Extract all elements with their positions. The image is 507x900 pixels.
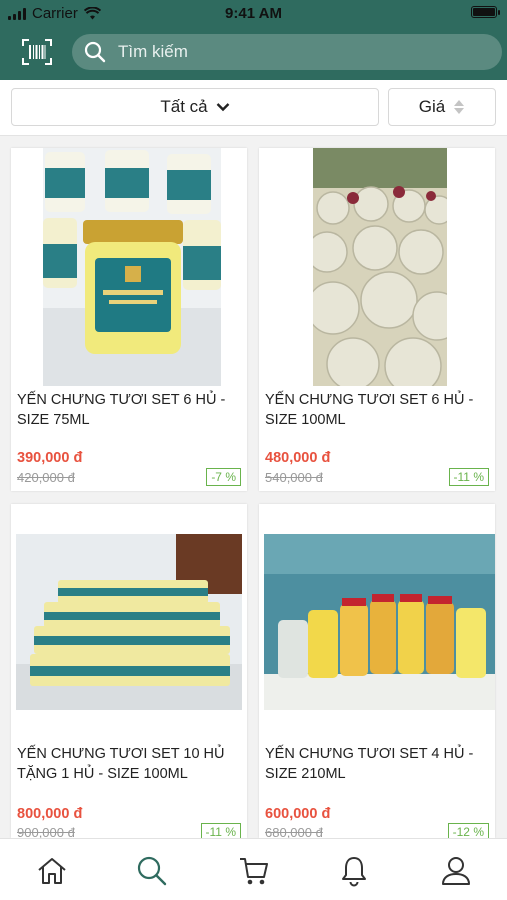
category-filter-label: Tất cả (160, 97, 208, 116)
product-image (313, 148, 447, 386)
discount-badge: -11 % (448, 468, 489, 486)
discount-badge: -7 % (206, 468, 241, 486)
product-name: YẾN CHƯNG TƯƠI SET 6 HỦ - SIZE 75ML (17, 392, 226, 428)
clock: 9:41 AM (225, 5, 282, 22)
nav-cart[interactable] (236, 853, 272, 889)
battery-icon (471, 6, 500, 18)
product-name: YẾN CHƯNG TƯƠI SET 6 HỦ - SIZE 100ML (265, 392, 474, 428)
product-name: YẾN CHƯNG TƯƠI SET 10 HỦ TẶNG 1 HỦ - SIZ… (17, 746, 225, 782)
product-image (264, 534, 495, 710)
product-image (43, 148, 221, 386)
filter-bar: Tất cả Giá (0, 80, 507, 136)
bell-icon (342, 857, 366, 887)
chevron-down-icon (216, 103, 229, 112)
cart-icon (240, 858, 268, 885)
product-card[interactable]: YẾN CHƯNG TƯƠI SET 10 HỦ TẶNG 1 HỦ - SIZ… (11, 504, 247, 838)
product-name: YẾN CHƯNG TƯƠI SET 4 HỦ - SIZE 210ML (265, 746, 474, 782)
product-price: 600,000 đ (265, 806, 331, 822)
discount-badge: -11 % (200, 823, 241, 838)
user-icon (442, 857, 470, 885)
product-card[interactable]: YẾN CHƯNG TƯƠI SET 6 HỦ - SIZE 100ML 480… (259, 148, 495, 491)
nav-home[interactable] (34, 853, 70, 889)
app-header: Carrier 9:41 AM Tìm kiếm (0, 0, 507, 80)
search-placeholder: Tìm kiếm (118, 42, 188, 61)
discount-badge: -12 % (447, 823, 489, 838)
nav-account[interactable] (438, 853, 474, 889)
product-old-price: 540,000 đ (265, 470, 323, 485)
sort-icon (454, 100, 465, 114)
product-image (16, 534, 242, 710)
barcode-scan-button[interactable] (22, 38, 52, 66)
product-old-price: 900,000 đ (17, 825, 75, 838)
nav-search[interactable] (134, 853, 170, 889)
search-icon (84, 41, 106, 63)
search-input[interactable]: Tìm kiếm (72, 34, 502, 70)
product-card[interactable]: YẾN CHƯNG TƯƠI SET 6 HỦ - SIZE 75ML 390,… (11, 148, 247, 491)
home-icon (38, 858, 66, 884)
nav-notifications[interactable] (336, 853, 372, 889)
barcode-icon (22, 39, 52, 65)
price-sort-label: Giá (418, 97, 446, 116)
product-old-price: 680,000 đ (265, 825, 323, 838)
status-bar: Carrier 9:41 AM (0, 0, 507, 28)
search-icon (137, 856, 167, 886)
product-price: 480,000 đ (265, 450, 331, 466)
bottom-navigation (0, 838, 507, 900)
product-old-price: 420,000 đ (17, 470, 75, 485)
product-card[interactable]: YẾN CHƯNG TƯƠI SET 4 HỦ - SIZE 210ML 600… (259, 504, 495, 838)
product-price: 390,000 đ (17, 450, 83, 466)
price-sort-button[interactable]: Giá (388, 88, 496, 126)
category-filter-dropdown[interactable]: Tất cả (11, 88, 379, 126)
product-price: 800,000 đ (17, 806, 83, 822)
